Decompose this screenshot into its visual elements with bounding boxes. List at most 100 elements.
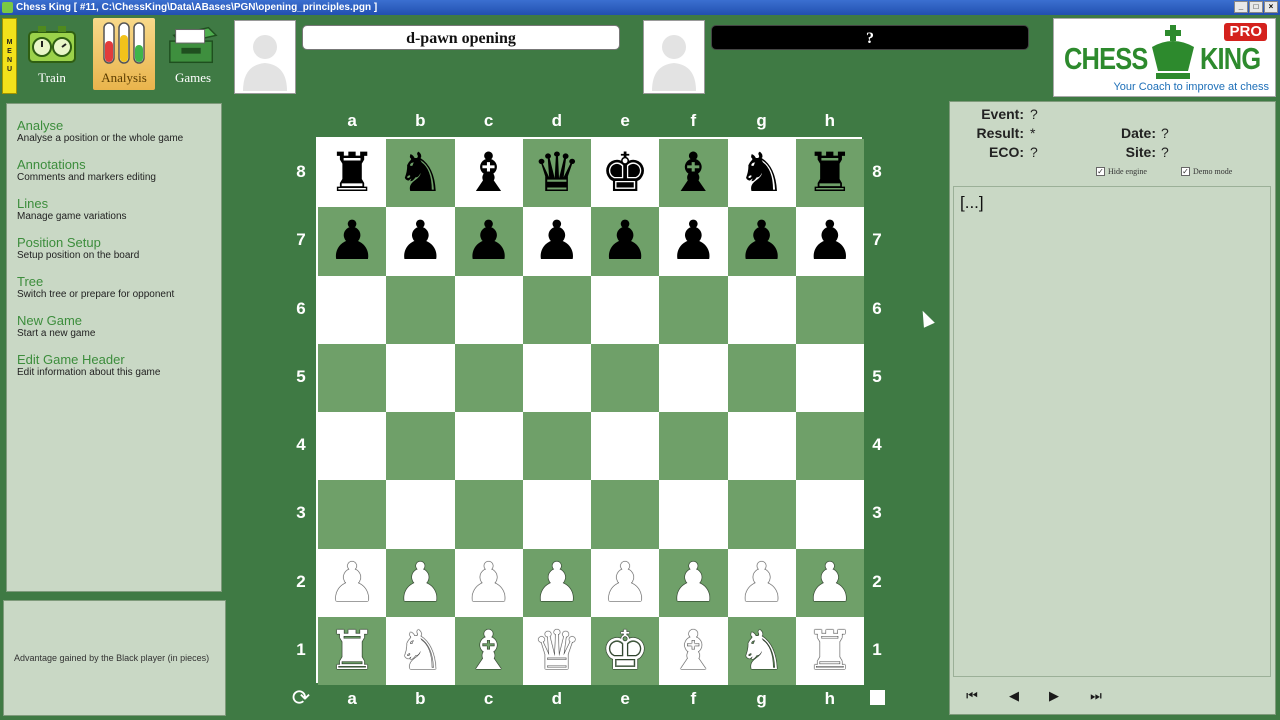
demo-mode-checkbox[interactable]: ✓ Demo mode [1181,167,1232,176]
white-bishop-icon[interactable]: ♝ [464,623,512,678]
chess-board[interactable]: ♜ ♞ ♝ ♛ ♚ ♝ ♞ ♜ ♟ ♟ ♟ ♟ ♟ ♟ ♟ ♟ ♟ ♟ ♟ ♟ ♟ ♟ ♟ ♟ ♜ ♞ ♝ ♛ ♚ ♝ ♞ ♜ [316,137,864,685]
square-f1[interactable]: ♝ [659,616,728,685]
square-b8[interactable]: ♞ [386,139,455,208]
maximize-button[interactable]: □ [1249,1,1263,13]
white-pawn-icon[interactable]: ♟ [737,555,785,610]
black-bishop-icon[interactable]: ♝ [669,146,717,200]
black-bishop-icon[interactable]: ♝ [464,146,512,200]
square-c2[interactable]: ♟ [454,548,523,617]
last-move-icon[interactable]: ⏭ [1084,686,1108,706]
square-f7[interactable]: ♟ [659,207,728,276]
square-d6[interactable] [522,275,591,344]
white-knight-icon[interactable]: ♞ [737,623,785,678]
square-h4[interactable] [795,412,864,481]
square-g8[interactable]: ♞ [727,139,796,208]
minimize-button[interactable]: _ [1234,1,1248,13]
square-b1[interactable]: ♞ [386,616,455,685]
menu-item-annotations[interactable]: Annotations Comments and markers editing [17,157,211,184]
square-a4[interactable] [318,412,387,481]
menu-item-analyse[interactable]: Analyse Analyse a position or the whole … [17,118,211,145]
white-king-icon[interactable]: ♚ [601,623,649,678]
white-player-name[interactable]: d-pawn opening [302,25,620,50]
black-rook-icon[interactable]: ♜ [806,146,854,200]
square-b6[interactable] [386,275,455,344]
square-f5[interactable] [659,343,728,412]
close-button[interactable]: × [1264,1,1278,13]
square-h1[interactable]: ♜ [795,616,864,685]
black-pawn-icon[interactable]: ♟ [396,214,444,268]
white-pawn-icon[interactable]: ♟ [601,555,649,610]
square-c1[interactable]: ♝ [454,616,523,685]
white-pawn-icon[interactable]: ♟ [328,555,376,610]
square-d3[interactable] [522,480,591,549]
square-a2[interactable]: ♟ [318,548,387,617]
square-h2[interactable]: ♟ [795,548,864,617]
square-g7[interactable]: ♟ [727,207,796,276]
previous-move-icon[interactable]: ◀ [1002,686,1026,706]
square-e5[interactable] [591,343,660,412]
square-a7[interactable]: ♟ [318,207,387,276]
square-a1[interactable]: ♜ [318,616,387,685]
black-rook-icon[interactable]: ♜ [328,146,376,200]
black-knight-icon[interactable]: ♞ [737,146,785,200]
square-e1[interactable]: ♚ [591,616,660,685]
square-g1[interactable]: ♞ [727,616,796,685]
square-c5[interactable] [454,343,523,412]
square-e4[interactable] [591,412,660,481]
menu-item-edit-game-header[interactable]: Edit Game Header Edit information about … [17,352,211,379]
square-c3[interactable] [454,480,523,549]
square-d2[interactable]: ♟ [522,548,591,617]
square-c8[interactable]: ♝ [454,139,523,208]
black-pawn-icon[interactable]: ♟ [328,214,376,268]
square-b2[interactable]: ♟ [386,548,455,617]
hide-engine-checkbox[interactable]: ✓ Hide engine [1096,167,1147,176]
square-d8[interactable]: ♛ [522,139,591,208]
square-b4[interactable] [386,412,455,481]
games-button[interactable]: Games [162,18,224,90]
square-d1[interactable]: ♛ [522,616,591,685]
notation-panel[interactable]: [...] [953,186,1271,677]
analysis-button[interactable]: Analysis [93,18,155,90]
first-move-icon[interactable]: ⏮ [960,686,984,706]
square-g3[interactable] [727,480,796,549]
square-e3[interactable] [591,480,660,549]
square-a6[interactable] [318,275,387,344]
square-g4[interactable] [727,412,796,481]
square-d4[interactable] [522,412,591,481]
white-rook-icon[interactable]: ♜ [806,623,854,678]
square-d5[interactable] [522,343,591,412]
black-player-name[interactable]: ? [711,25,1029,50]
black-pawn-icon[interactable]: ♟ [669,214,717,268]
square-a3[interactable] [318,480,387,549]
square-c6[interactable] [454,275,523,344]
square-b3[interactable] [386,480,455,549]
white-pawn-icon[interactable]: ♟ [669,555,717,610]
square-h5[interactable] [795,343,864,412]
white-pawn-icon[interactable]: ♟ [533,555,581,610]
menu-item-position-setup[interactable]: Position Setup Setup position on the boa… [17,235,211,262]
square-e6[interactable] [591,275,660,344]
white-knight-icon[interactable]: ♞ [396,623,444,678]
square-h7[interactable]: ♟ [795,207,864,276]
square-f3[interactable] [659,480,728,549]
square-h6[interactable] [795,275,864,344]
square-f4[interactable] [659,412,728,481]
white-bishop-icon[interactable]: ♝ [669,623,717,678]
train-button[interactable]: Train [21,18,83,90]
square-e2[interactable]: ♟ [591,548,660,617]
square-g5[interactable] [727,343,796,412]
square-h3[interactable] [795,480,864,549]
flip-board-icon[interactable]: ⟳ [289,686,313,710]
square-f8[interactable]: ♝ [659,139,728,208]
square-a8[interactable]: ♜ [318,139,387,208]
square-b7[interactable]: ♟ [386,207,455,276]
square-c4[interactable] [454,412,523,481]
black-pawn-icon[interactable]: ♟ [601,214,649,268]
square-c7[interactable]: ♟ [454,207,523,276]
square-a5[interactable] [318,343,387,412]
square-e8[interactable]: ♚ [591,139,660,208]
square-h8[interactable]: ♜ [795,139,864,208]
next-move-icon[interactable]: ▶ [1042,686,1066,706]
black-pawn-icon[interactable]: ♟ [806,214,854,268]
white-queen-icon[interactable]: ♛ [533,623,581,678]
